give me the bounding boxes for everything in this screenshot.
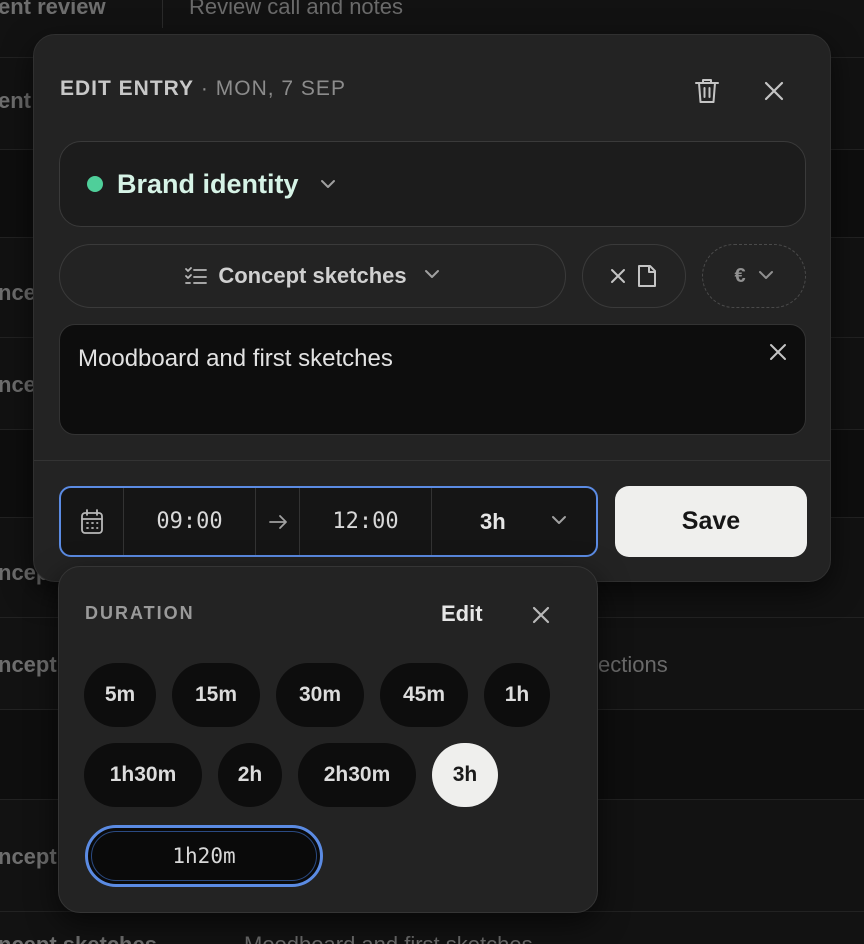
checklist-icon (185, 267, 208, 284)
attachment-button[interactable] (582, 244, 686, 308)
close-icon (611, 269, 625, 283)
duration-chip-1h[interactable]: 1h (484, 663, 550, 727)
file-icon (638, 265, 656, 287)
calendar-icon (81, 508, 103, 534)
trash-icon (695, 79, 719, 103)
task-label: Concept sketches (218, 263, 407, 288)
billable-currency-button[interactable]: € (702, 244, 806, 308)
duration-chip-45m[interactable]: 45m (380, 663, 468, 727)
duration-popover: DURATION Edit 5m 15m 30m 45m 1h 1h30m 2h… (58, 566, 598, 913)
custom-duration-input[interactable]: 1h20m (85, 825, 323, 887)
project-color-dot (87, 176, 103, 192)
row-project: ncept (0, 652, 57, 677)
close-popover-button[interactable] (523, 597, 559, 633)
end-time: 12:00 (332, 509, 399, 534)
notes-text[interactable]: Moodboard and first sketches (78, 345, 787, 373)
edit-durations-button[interactable]: Edit (441, 601, 483, 627)
start-time: 09:00 (156, 509, 223, 534)
chevron-down-icon (550, 513, 568, 531)
chevron-down-icon (423, 267, 441, 285)
row-project: nce (0, 280, 36, 305)
chevron-down-icon (758, 267, 774, 285)
table-row[interactable]: ncept sketches Moodboard and first sketc… (0, 912, 864, 944)
row-project: ent review (0, 0, 106, 19)
row-project: nce (0, 372, 36, 397)
row-description: Moodboard and first sketches (244, 932, 533, 944)
row-project: ent (0, 88, 31, 113)
duration-chip-3h[interactable]: 3h (432, 743, 498, 807)
popover-title: DURATION (85, 603, 195, 623)
close-icon (764, 81, 784, 101)
row-description: Review call and notes (189, 0, 404, 19)
start-time-input[interactable]: 09:00 (124, 488, 256, 555)
project-label: Brand identity (117, 168, 299, 199)
duration-chip-30m[interactable]: 30m (276, 663, 364, 727)
header-separator: · (200, 77, 209, 100)
row-project: ncept (0, 844, 57, 869)
close-icon (532, 606, 550, 624)
duration-chip-2h30m[interactable]: 2h30m (298, 743, 416, 807)
save-button[interactable]: Save (615, 486, 807, 557)
duration-chip-5m[interactable]: 5m (84, 663, 156, 727)
date-picker-button[interactable] (61, 488, 124, 555)
task-select[interactable]: Concept sketches (59, 244, 566, 308)
notes-field[interactable]: Moodboard and first sketches (59, 324, 806, 435)
modal-header: EDIT ENTRY · MON, 7 SEP (60, 77, 346, 101)
duration-presets: 5m 15m 30m 45m 1h 1h30m 2h 2h30m 3h (84, 663, 564, 807)
row-description: ections (598, 652, 668, 677)
euro-icon: € (734, 264, 746, 287)
duration-chip-2h[interactable]: 2h (218, 743, 282, 807)
clear-notes-button[interactable] (769, 343, 787, 366)
edit-entry-modal: EDIT ENTRY · MON, 7 SEP Brand identity C… (33, 34, 831, 582)
duration-value: 3h (480, 508, 506, 534)
row-project: ncept sketches (0, 932, 157, 944)
entry-date: MON, 7 SEP (215, 77, 346, 100)
arrow-right-icon (256, 488, 300, 555)
time-range-bar: 09:00 12:00 3h (59, 486, 598, 557)
chevron-down-icon (319, 178, 337, 190)
delete-button[interactable] (689, 73, 725, 109)
close-modal-button[interactable] (756, 73, 792, 109)
divider (34, 460, 830, 461)
project-select[interactable]: Brand identity (59, 141, 806, 227)
duration-select[interactable]: 3h (432, 488, 596, 555)
modal-title: EDIT ENTRY (60, 77, 195, 100)
close-icon (770, 344, 786, 360)
end-time-input[interactable]: 12:00 (300, 488, 432, 555)
duration-chip-15m[interactable]: 15m (172, 663, 260, 727)
duration-chip-1h30m[interactable]: 1h30m (84, 743, 202, 807)
